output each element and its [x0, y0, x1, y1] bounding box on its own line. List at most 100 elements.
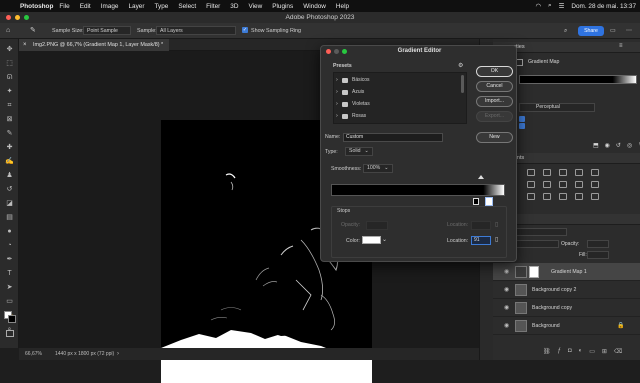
status-chevron-icon[interactable]: › — [117, 348, 119, 360]
panel-menu-icon[interactable]: ≡ — [619, 43, 623, 49]
fill-field[interactable] — [587, 251, 609, 259]
document-tab[interactable]: × Img2.PNG @ 66,7% (Gradient Map 1, Laye… — [19, 39, 170, 51]
new-layer-icon[interactable]: ⊞ — [602, 348, 607, 355]
layer-name[interactable]: Background — [532, 317, 560, 335]
menu-window[interactable]: Window — [303, 3, 326, 10]
sample-select[interactable]: All Layers — [156, 26, 236, 35]
share-button[interactable]: Share — [578, 26, 604, 36]
name-input[interactable]: Custom — [343, 133, 443, 142]
brightness-adjust-icon[interactable] — [527, 169, 535, 176]
menu-plugins[interactable]: Plugins — [272, 3, 293, 10]
marquee-tool-icon[interactable]: ⬚ — [5, 59, 14, 68]
presets-gear-icon[interactable]: ⚙ — [458, 62, 463, 69]
view-previous-icon[interactable]: ◉ — [605, 142, 610, 149]
color-balance-adjust-icon[interactable] — [543, 181, 551, 188]
layer-row[interactable]: ◉ Background 🔒 — [493, 317, 640, 335]
layer-filter-search[interactable] — [515, 228, 567, 236]
sample-size-select[interactable]: Point Sample — [83, 26, 131, 35]
home-icon[interactable]: ⌂ — [6, 27, 10, 35]
gradient-tool-icon[interactable]: ▤ — [5, 213, 14, 222]
menu-edit[interactable]: Edit — [80, 3, 91, 10]
move-tool-icon[interactable]: ✥ — [5, 45, 14, 54]
eye-icon[interactable]: ◉ — [504, 281, 509, 299]
selective-color-adjust-icon[interactable] — [591, 193, 599, 200]
gradient-preview-bar[interactable] — [331, 184, 505, 196]
frame-tool-icon[interactable]: ⊠ — [5, 115, 14, 124]
link-layers-icon[interactable]: ⛓ — [543, 348, 551, 355]
layer-row[interactable]: ◉ Background copy — [493, 299, 640, 317]
history-brush-tool-icon[interactable]: ↺ — [5, 185, 14, 194]
chevron-right-icon[interactable]: › — [336, 98, 338, 110]
hue-sat-adjust-icon[interactable] — [527, 181, 535, 188]
opacity-stop-right[interactable] — [476, 175, 486, 182]
presets-list[interactable]: › Básicos › Azuis › Violetas › Rosas — [333, 72, 467, 124]
control-center-icon[interactable]: ☰ — [559, 2, 565, 10]
close-window-button[interactable] — [6, 15, 11, 20]
method-select[interactable]: Perceptual — [519, 103, 595, 112]
vibrance-adjust-icon[interactable] — [591, 169, 599, 176]
chevron-right-icon[interactable]: › — [336, 74, 338, 86]
panel-menu-icon[interactable]: ⋯ — [626, 27, 632, 35]
exposure-adjust-icon[interactable] — [575, 169, 583, 176]
eraser-tool-icon[interactable]: ◪ — [5, 199, 14, 208]
invert-adjust-icon[interactable] — [527, 193, 535, 200]
quick-select-tool-icon[interactable]: ✦ — [5, 87, 14, 96]
blur-tool-icon[interactable]: ● — [5, 227, 14, 236]
menu-filter[interactable]: Filter — [206, 3, 220, 10]
add-mask-icon[interactable]: ◘ — [568, 348, 572, 355]
minimize-window-button[interactable] — [15, 15, 20, 20]
reset-icon[interactable]: ↺ — [616, 142, 621, 149]
color-stop-black[interactable] — [473, 198, 479, 205]
pen-tool-icon[interactable]: ✒ — [5, 255, 14, 264]
menu-layer[interactable]: Layer — [128, 3, 144, 10]
ok-button[interactable]: OK — [476, 66, 513, 77]
eyedropper-icon[interactable]: ✎ — [30, 27, 36, 35]
type-select[interactable]: Solid ⌄ — [345, 147, 373, 156]
path-select-tool-icon[interactable]: ➤ — [5, 283, 14, 292]
stop-color-swatch[interactable] — [362, 236, 381, 244]
shape-tool-icon[interactable]: ▭ — [5, 297, 14, 306]
crop-tool-icon[interactable]: ⌗ — [5, 101, 14, 110]
zoom-window-button[interactable] — [24, 15, 29, 20]
import-button[interactable]: Import... — [476, 96, 513, 107]
menu-file[interactable]: File — [59, 3, 69, 10]
show-ring-checkbox[interactable]: ✓ — [242, 27, 248, 33]
menu-help[interactable]: Help — [336, 3, 349, 10]
preset-folder[interactable]: › Básicos — [334, 74, 466, 86]
adjustment-layer-icon[interactable]: ◐ — [579, 348, 583, 355]
visibility-icon[interactable]: ◎ — [627, 142, 632, 149]
curves-adjust-icon[interactable] — [559, 169, 567, 176]
threshold-adjust-icon[interactable] — [559, 193, 567, 200]
type-tool-icon[interactable]: T — [5, 269, 14, 278]
photo-filter-adjust-icon[interactable] — [575, 181, 583, 188]
brush-tool-icon[interactable]: ✍ — [5, 157, 14, 166]
reverse-checkbox[interactable] — [519, 123, 525, 129]
color-stop-white[interactable] — [485, 197, 493, 206]
group-icon[interactable]: ▭ — [589, 348, 595, 355]
close-tab-icon[interactable]: × — [23, 39, 27, 51]
fx-icon[interactable]: ƒ — [558, 348, 561, 355]
presets-scrollbar[interactable] — [461, 75, 464, 93]
eye-icon[interactable]: ◉ — [504, 299, 509, 317]
dither-checkbox[interactable] — [519, 116, 525, 122]
eyedropper-tool-icon[interactable]: ✎ — [5, 129, 14, 138]
smoothness-field[interactable]: 100% ⌄ — [363, 164, 393, 173]
properties-gradient-preview[interactable] — [519, 75, 637, 84]
cancel-button[interactable]: Cancel — [476, 81, 513, 92]
menu-image[interactable]: Image — [101, 3, 119, 10]
preset-folder[interactable]: › Azuis — [334, 86, 466, 98]
menu-3d[interactable]: 3D — [230, 3, 238, 10]
lasso-tool-icon[interactable]: ᘏ — [5, 73, 14, 82]
layer-row[interactable]: ◉ Gradient Map 1 — [493, 263, 640, 281]
zoom-level[interactable]: 66,67% — [25, 348, 42, 360]
new-button[interactable]: New — [476, 132, 513, 143]
quick-mask-icon[interactable] — [6, 330, 14, 337]
black-white-adjust-icon[interactable] — [559, 181, 567, 188]
opacity-field[interactable] — [587, 240, 609, 248]
menu-select[interactable]: Select — [178, 3, 196, 10]
channel-mixer-adjust-icon[interactable] — [591, 181, 599, 188]
eye-icon[interactable]: ◉ — [504, 317, 509, 335]
eye-icon[interactable]: ◉ — [504, 263, 509, 281]
clock[interactable]: Dom. 28 de mai. 13:37 — [571, 3, 636, 10]
preset-folder[interactable]: › Rosas — [334, 110, 466, 122]
